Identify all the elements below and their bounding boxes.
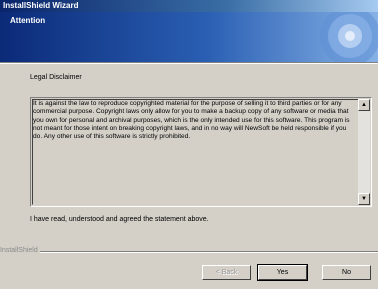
legal-disclaimer-heading: Legal Disclaimer xyxy=(30,74,82,81)
title-bar[interactable]: InstallShield Wizard xyxy=(0,0,378,12)
window-title: InstallShield Wizard xyxy=(3,1,79,10)
yes-button[interactable]: Yes xyxy=(257,264,308,281)
back-button[interactable]: < Back xyxy=(202,265,251,280)
installshield-brand-label: InstallShield xyxy=(0,247,40,254)
installshield-window: InstallShield Wizard Attention Legal Dis… xyxy=(0,0,378,289)
header-banner: Attention xyxy=(0,12,378,62)
agreement-statement: I have read, understood and agreed the s… xyxy=(30,216,209,223)
banner-heading: Attention xyxy=(10,16,46,25)
disclaimer-text: It is against the law to reproduce copyr… xyxy=(33,100,350,141)
disclaimer-textbox[interactable]: It is against the law to reproduce copyr… xyxy=(30,97,372,207)
no-button[interactable]: No xyxy=(322,265,371,280)
footer-separator xyxy=(0,251,378,253)
scroll-up-arrow-icon[interactable]: ▲ xyxy=(358,99,370,111)
vertical-scrollbar[interactable]: ▲ ▼ xyxy=(358,99,370,205)
scroll-down-arrow-icon[interactable]: ▼ xyxy=(358,193,370,205)
banner-disc-graphic xyxy=(320,12,378,62)
header-separator xyxy=(0,62,378,64)
